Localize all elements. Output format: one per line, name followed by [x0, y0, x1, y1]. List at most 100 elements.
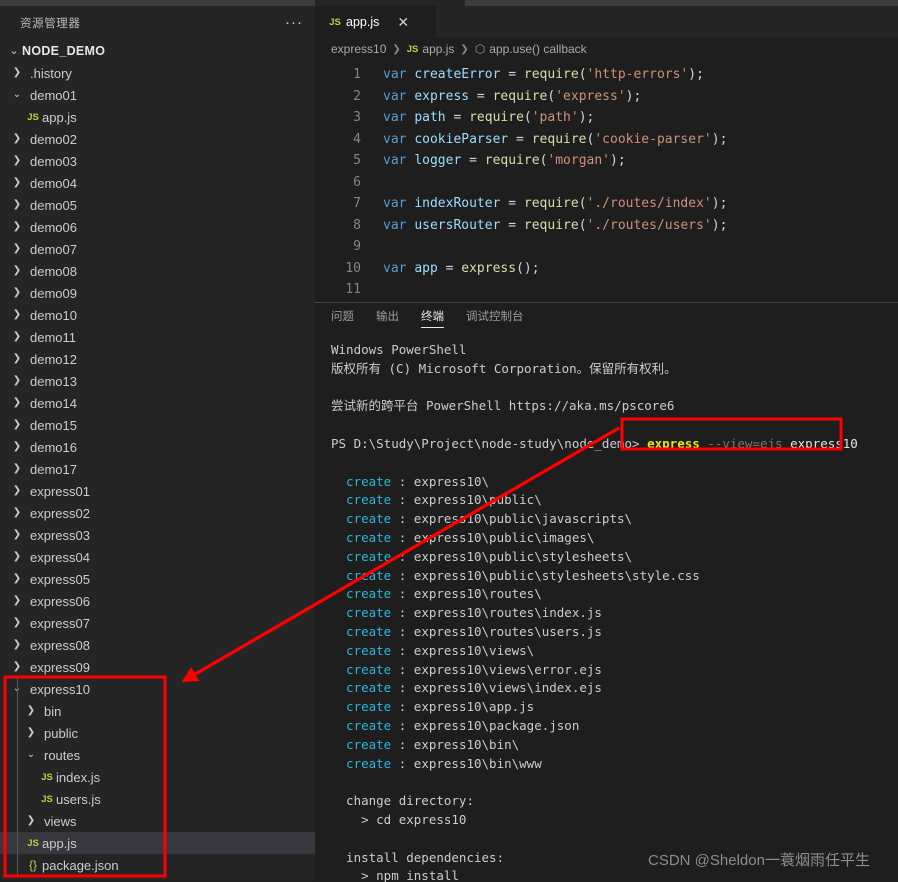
- tree-item-express06[interactable]: ❯ express06: [0, 590, 315, 612]
- tree-item-demo08[interactable]: ❯ demo08: [0, 260, 315, 282]
- chevron-right-icon[interactable]: ❯: [10, 128, 24, 150]
- tree-item-demo09[interactable]: ❯ demo09: [0, 282, 315, 304]
- tree-item-demo10[interactable]: ❯ demo10: [0, 304, 315, 326]
- js-file-icon: JS: [41, 793, 53, 805]
- tree-item-demo01[interactable]: ⌄ demo01: [0, 84, 315, 106]
- chevron-right-icon[interactable]: ❯: [10, 436, 24, 458]
- tree-item-label: package.json: [42, 857, 119, 873]
- code-line: 10 var app = express();: [315, 258, 898, 280]
- tree-item-express01[interactable]: ❯ express01: [0, 480, 315, 502]
- tree-item-demo12[interactable]: ❯ demo12: [0, 348, 315, 370]
- tree-item-express05[interactable]: ❯ express05: [0, 568, 315, 590]
- chevron-right-icon[interactable]: ❯: [10, 568, 24, 590]
- chevron-right-icon[interactable]: ❯: [10, 348, 24, 370]
- panel-tab-输出[interactable]: 输出: [376, 308, 399, 328]
- code-line: 5 var logger = require('morgan');: [315, 150, 898, 172]
- chevron-right-icon[interactable]: ❯: [10, 656, 24, 678]
- tree-item-express02[interactable]: ❯ express02: [0, 502, 315, 524]
- chevron-right-icon[interactable]: ❯: [10, 480, 24, 502]
- breadcrumb-item-symbol[interactable]: app.use() callback: [489, 42, 586, 56]
- tree-item-express08[interactable]: ❯ express08: [0, 634, 315, 656]
- terminal-create-path: : express10\package.json: [391, 717, 580, 733]
- tree-item-demo16[interactable]: ❯ demo16: [0, 436, 315, 458]
- more-actions-icon[interactable]: ···: [285, 15, 303, 30]
- tree-item-routes[interactable]: ⌄ routes: [0, 744, 315, 766]
- tree-item-index-js[interactable]: JS index.js: [0, 766, 315, 788]
- tree-item-demo02[interactable]: ❯ demo02: [0, 128, 315, 150]
- chevron-right-icon[interactable]: ❯: [10, 458, 24, 480]
- chevron-right-icon[interactable]: ❯: [24, 810, 38, 832]
- chevron-right-icon[interactable]: ❯: [10, 150, 24, 172]
- tree-item-express04[interactable]: ❯ express04: [0, 546, 315, 568]
- code-token: 'cookie-parser': [594, 131, 712, 147]
- workspace-root-row[interactable]: ⌄ NODE_DEMO: [0, 40, 315, 62]
- tree-item-demo15[interactable]: ❯ demo15: [0, 414, 315, 436]
- code-content[interactable]: 1 var createError = require('http-errors'…: [315, 60, 898, 302]
- chevron-right-icon[interactable]: ❯: [10, 546, 24, 568]
- chevron-right-icon[interactable]: ❯: [10, 62, 24, 84]
- chevron-right-icon[interactable]: ❯: [10, 194, 24, 216]
- tree-item-demo05[interactable]: ❯ demo05: [0, 194, 315, 216]
- breadcrumb: express10 ❯ JS app.js ❯ ⬡ app.use() call…: [315, 38, 898, 60]
- tree-item-express07[interactable]: ❯ express07: [0, 612, 315, 634]
- tree-item-app-js[interactable]: JS app.js: [0, 106, 315, 128]
- tree-item-users-js[interactable]: JS users.js: [0, 788, 315, 810]
- chevron-right-icon[interactable]: ❯: [10, 304, 24, 326]
- tree-item-demo13[interactable]: ❯ demo13: [0, 370, 315, 392]
- chevron-right-icon[interactable]: ❯: [10, 502, 24, 524]
- terminal-output[interactable]: Windows PowerShell 版权所有 (C) Microsoft Cor…: [315, 333, 898, 882]
- breadcrumb-item-file[interactable]: app.js: [422, 42, 454, 56]
- breadcrumb-item-folder[interactable]: express10: [331, 42, 386, 56]
- close-icon[interactable]: ✕: [397, 15, 409, 29]
- tree-item-express10[interactable]: ⌄express10: [0, 678, 315, 700]
- tree-item-express03[interactable]: ❯ express03: [0, 524, 315, 546]
- chevron-right-icon[interactable]: ❯: [10, 238, 24, 260]
- code-token: =: [500, 217, 524, 233]
- code-token: (: [578, 196, 587, 211]
- tree-item-demo07[interactable]: ❯ demo07: [0, 238, 315, 260]
- tree-item-demo06[interactable]: ❯ demo06: [0, 216, 315, 238]
- chevron-right-icon[interactable]: ❯: [10, 282, 24, 304]
- tree-item-public[interactable]: ❯ public: [0, 722, 315, 744]
- terminal-create-label: create: [331, 548, 392, 564]
- chevron-right-icon[interactable]: ❯: [10, 172, 24, 194]
- tree-item-demo11[interactable]: ❯ demo11: [0, 326, 315, 348]
- tree-item-demo17[interactable]: ❯ demo17: [0, 458, 315, 480]
- tree-item-app-js[interactable]: JS app.js: [0, 832, 315, 854]
- json-file-icon: {}: [28, 858, 37, 872]
- tree-item-views[interactable]: ❯ views: [0, 810, 315, 832]
- terminal-create-line: create : express10\views\error.ejs: [331, 661, 898, 680]
- panel-tab-终端[interactable]: 终端: [421, 308, 444, 328]
- chevron-right-icon[interactable]: ❯: [24, 722, 38, 744]
- tree-item-bin[interactable]: ❯ bin: [0, 700, 315, 722]
- code-token: =: [500, 67, 524, 82]
- js-file-icon: JS: [329, 16, 341, 28]
- tree-item-demo03[interactable]: ❯ demo03: [0, 150, 315, 172]
- tab-app-js[interactable]: JS app.js ✕: [315, 6, 436, 38]
- tree-item-label: app.js: [42, 109, 77, 125]
- chevron-right-icon[interactable]: ❯: [10, 392, 24, 414]
- tree-item-demo04[interactable]: ❯ demo04: [0, 172, 315, 194]
- tree-item-demo14[interactable]: ❯ demo14: [0, 392, 315, 414]
- terminal-create-line: create : express10\public\stylesheets\: [331, 548, 898, 567]
- chevron-right-icon[interactable]: ❯: [10, 634, 24, 656]
- panel-tab-调试控制台[interactable]: 调试控制台: [466, 308, 524, 328]
- chevron-down-icon[interactable]: ⌄: [24, 744, 38, 766]
- chevron-right-icon[interactable]: ❯: [10, 326, 24, 348]
- terminal-create-path: : express10\public\stylesheets\style.css: [391, 567, 700, 583]
- tree-item-express09[interactable]: ❯ express09: [0, 656, 315, 678]
- chevron-right-icon[interactable]: ❯: [10, 590, 24, 612]
- chevron-right-icon[interactable]: ❯: [10, 260, 24, 282]
- code-token: path: [414, 110, 446, 125]
- chevron-right-icon[interactable]: ❯: [10, 524, 24, 546]
- tree-item--history[interactable]: ❯ .history: [0, 62, 315, 84]
- tree-item-package-json[interactable]: {} package.json: [0, 854, 315, 876]
- panel-tab-问题[interactable]: 问题: [331, 308, 354, 328]
- chevron-right-icon[interactable]: ❯: [10, 216, 24, 238]
- chevron-right-icon[interactable]: ❯: [10, 414, 24, 436]
- chevron-right-icon[interactable]: ❯: [10, 370, 24, 392]
- chevron-right-icon[interactable]: ❯: [24, 700, 38, 722]
- code-token: (: [578, 217, 587, 233]
- chevron-right-icon[interactable]: ❯: [10, 612, 24, 634]
- chevron-down-icon[interactable]: ⌄: [10, 84, 24, 106]
